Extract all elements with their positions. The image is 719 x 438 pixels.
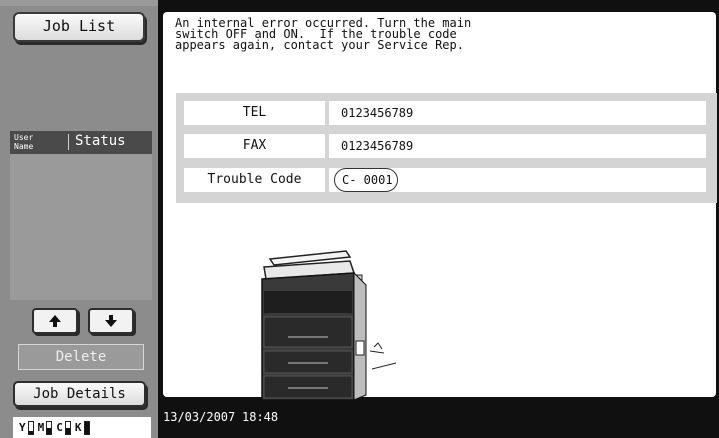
toner-label: Y [19,421,26,434]
toner-label: K [74,421,82,434]
toner-k: K [74,420,90,435]
scroll-up-button[interactable] [32,308,78,334]
fax-value: 0123456789 [329,134,706,158]
delete-button[interactable]: Delete [18,344,144,370]
status-time: 18:48 [242,410,279,424]
status-date: 13/03/2007 [163,410,236,424]
toner-gauge [46,420,53,435]
status-column-header: Status [75,133,126,149]
toner-m: M [37,420,53,435]
column-divider [68,134,69,150]
trouble-code-value-cell: C- 0001 [329,168,706,192]
error-panel [163,12,716,397]
sidebar-top-strip [0,0,158,6]
trouble-code-value: C- 0001 [334,168,398,192]
trouble-code-label: Trouble Code [184,168,325,192]
job-list-area[interactable] [10,154,152,300]
arrow-up-icon [49,315,61,327]
toner-level-indicator: YMCK [13,417,151,438]
status-bar: 13/03/2007 18:48 [158,400,719,438]
error-message: An internal error occurred. Turn the mai… [175,16,472,52]
copier-machine-icon [261,250,397,400]
tel-label: TEL [184,101,325,125]
toner-c: C [56,420,71,435]
toner-gauge [83,420,90,435]
tel-value: 0123456789 [329,101,706,125]
job-list-header: User Name Status [10,131,152,154]
toner-y: Y [19,420,34,435]
fax-label: FAX [184,134,325,158]
scroll-down-button[interactable] [88,308,134,334]
toner-gauge [27,420,34,435]
job-details-button[interactable]: Job Details [13,381,146,407]
arrow-down-icon [105,315,117,327]
job-list-button[interactable]: Job List [13,12,145,42]
toner-label: C [56,421,63,434]
user-name-column-header: User Name [14,133,34,151]
toner-label: M [37,421,45,434]
toner-gauge [64,420,71,435]
